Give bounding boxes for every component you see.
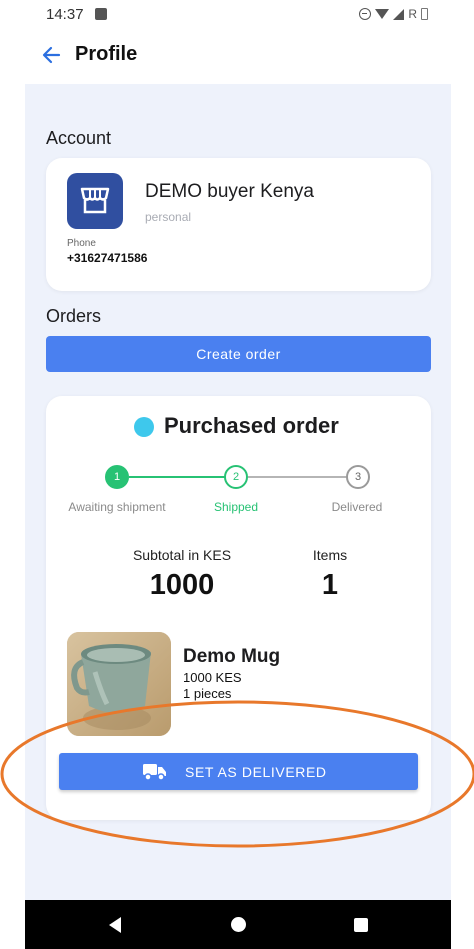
product-name: Demo Mug xyxy=(183,646,281,667)
subtotal-label: Subtotal in KES xyxy=(132,547,232,563)
set-as-delivered-label: SET AS DELIVERED xyxy=(185,764,327,780)
store-icon xyxy=(80,187,110,214)
account-type: personal xyxy=(145,210,192,224)
step-3-label: Delivered xyxy=(331,500,383,514)
do-not-disturb-icon xyxy=(359,8,372,20)
app-header: Profile xyxy=(0,32,474,80)
stepper-line-completed xyxy=(129,476,236,478)
status-bar: 14:37 R xyxy=(0,0,474,30)
step-3-circle: 3 xyxy=(346,465,370,489)
account-card: DEMO buyer Kenya personal Phone +3162747… xyxy=(46,158,431,291)
create-order-button[interactable]: Create order xyxy=(46,336,431,372)
order-card: Purchased order 1 2 3 Awaiting shipment … xyxy=(46,396,431,820)
stepper-line-pending xyxy=(248,476,358,478)
wifi-icon xyxy=(375,9,390,19)
nav-home-icon[interactable] xyxy=(231,917,246,932)
nav-recent-icon[interactable] xyxy=(354,918,368,932)
product-price: 1000 KES xyxy=(183,670,242,685)
account-name: DEMO buyer Kenya xyxy=(145,181,314,202)
truck-icon xyxy=(143,764,166,781)
profile-content: Account DEMO buyer Kenya personal Phone … xyxy=(25,84,451,900)
order-status-dot xyxy=(134,417,154,437)
product-quantity: 1 pieces xyxy=(183,686,232,701)
back-arrow-icon[interactable] xyxy=(40,44,62,66)
step-1-label: Awaiting shipment xyxy=(68,500,166,514)
battery-icon xyxy=(421,8,428,20)
order-status-title: Purchased order xyxy=(164,413,339,438)
phone-value: +31627471586 xyxy=(67,251,148,265)
store-avatar xyxy=(67,173,123,229)
step-1-circle: 1 xyxy=(105,465,129,489)
subtotal-value: 1000 xyxy=(149,569,215,601)
system-nav-bar xyxy=(25,900,451,949)
network-label: R xyxy=(408,7,417,21)
step-2-label: Shipped xyxy=(213,500,259,514)
status-time: 14:37 xyxy=(46,6,84,23)
nav-back-icon[interactable] xyxy=(109,917,121,933)
set-as-delivered-button[interactable]: SET AS DELIVERED xyxy=(59,753,418,790)
signal-icon xyxy=(393,8,405,20)
account-section-label: Account xyxy=(46,128,112,148)
items-label: Items xyxy=(312,547,348,563)
phone-label: Phone xyxy=(67,238,96,249)
product-image xyxy=(67,632,171,736)
items-value: 1 xyxy=(321,569,339,601)
page-title: Profile xyxy=(75,43,138,65)
orders-section-label: Orders xyxy=(46,306,102,326)
image-notification-icon xyxy=(95,8,107,20)
mug-photo xyxy=(67,632,171,736)
status-icons: R xyxy=(359,7,428,21)
step-2-circle: 2 xyxy=(224,465,248,489)
